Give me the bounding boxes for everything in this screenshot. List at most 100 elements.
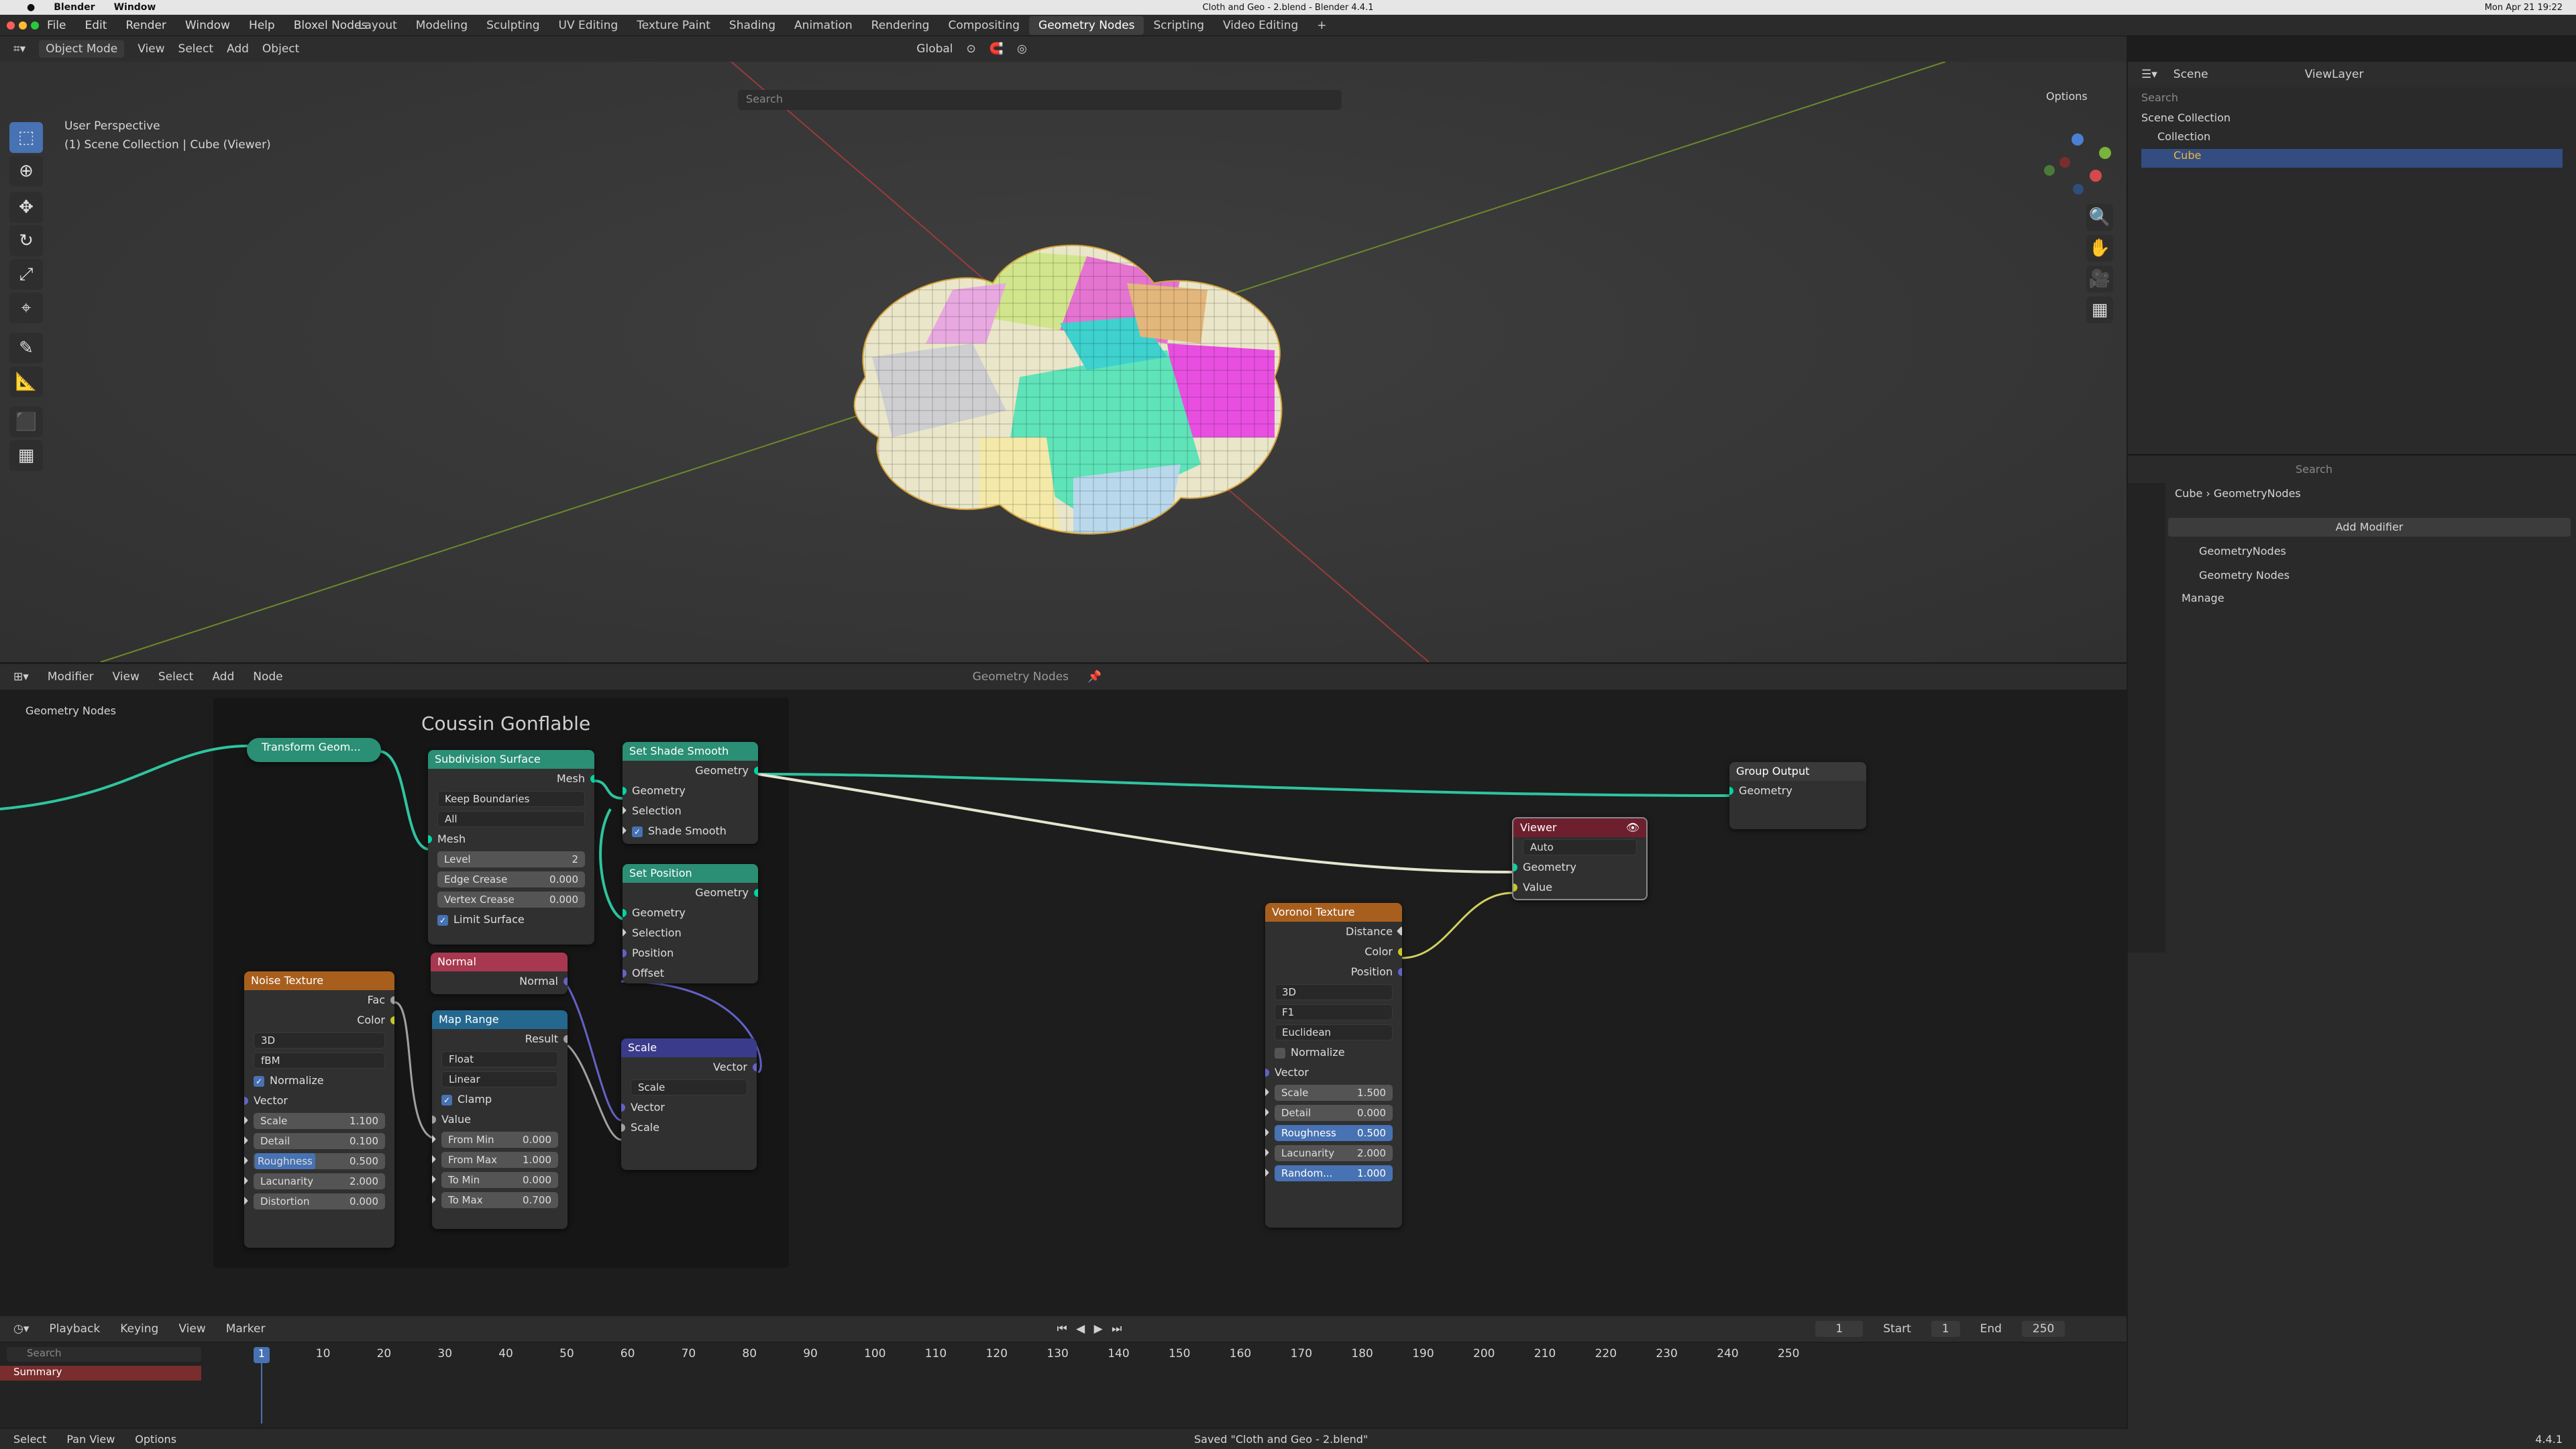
playback-controls[interactable]: ⏮ ◀ ▶ ⏭ bbox=[1057, 1322, 1124, 1336]
to-min-field[interactable]: To Min 0.000 bbox=[441, 1172, 558, 1188]
voronoi-lacunarity-field[interactable]: Lacunarity 2.000 bbox=[1275, 1145, 1393, 1161]
tab-compositing[interactable]: Compositing bbox=[938, 16, 1029, 35]
timeline-search-input[interactable]: Search bbox=[7, 1347, 201, 1362]
add-mesh-tool-icon[interactable]: ▦ bbox=[9, 440, 43, 471]
pin-icon[interactable]: 📌 bbox=[1087, 670, 1102, 684]
viewport-object-menu[interactable]: Object bbox=[262, 42, 299, 56]
tab-sculpting[interactable]: Sculpting bbox=[477, 16, 549, 35]
boundary-dropdown[interactable]: Keep Boundaries bbox=[437, 791, 585, 807]
noise-distortion-field[interactable]: Distortion 0.000 bbox=[254, 1193, 385, 1210]
outliner-editor-icon[interactable]: ☰▾ bbox=[2141, 68, 2157, 81]
noise-roughness-field[interactable]: Roughness 0.500 bbox=[254, 1153, 385, 1169]
voronoi-dim-dropdown[interactable]: 3D bbox=[1275, 984, 1393, 1000]
tab-rendering[interactable]: Rendering bbox=[862, 16, 939, 35]
outliner-search-input[interactable]: Search bbox=[2141, 91, 2563, 111]
tab-scripting[interactable]: Scripting bbox=[1144, 16, 1214, 35]
transform-tool-icon[interactable]: ⌖ bbox=[9, 292, 43, 323]
menu-edit[interactable]: Edit bbox=[85, 19, 107, 32]
proportional-icon[interactable]: ◎ bbox=[1017, 42, 1027, 56]
node-view-menu[interactable]: View bbox=[113, 670, 140, 684]
edge-crease-field[interactable]: Edge Crease 0.000 bbox=[437, 871, 585, 888]
properties-search[interactable]: Search bbox=[2128, 458, 2576, 483]
noise-detail-field[interactable]: Detail 0.100 bbox=[254, 1133, 385, 1149]
camera-icon[interactable]: 🎥 bbox=[2086, 266, 2113, 292]
menu-window[interactable]: Window bbox=[185, 19, 230, 32]
node-set-position[interactable]: Set Position Geometry Geometry Selection… bbox=[623, 864, 758, 983]
zoom-icon[interactable]: 🔍 bbox=[2086, 204, 2113, 231]
playhead[interactable]: 1 bbox=[254, 1347, 270, 1363]
vertex-crease-field[interactable]: Vertex Crease 0.000 bbox=[437, 892, 585, 908]
viewer-eye-icon[interactable]: 👁 bbox=[1626, 821, 1640, 834]
scale-mode-dropdown[interactable]: Scale bbox=[631, 1079, 747, 1095]
add-modifier-button[interactable]: Add Modifier bbox=[2168, 518, 2571, 537]
viewer-domain-dropdown[interactable]: Auto bbox=[1523, 839, 1637, 855]
node-voronoi-texture[interactable]: Voronoi Texture Distance Color Position … bbox=[1265, 903, 1402, 1228]
viewport-add-menu[interactable]: Add bbox=[227, 42, 249, 56]
tab-shading[interactable]: Shading bbox=[720, 16, 785, 35]
socket-mesh-in[interactable]: Mesh bbox=[428, 829, 594, 849]
window-menu[interactable]: Window bbox=[114, 2, 156, 13]
select-tool-icon[interactable]: ⬚ bbox=[9, 122, 43, 153]
node-editor[interactable]: Geometry Nodes Coussin Gonflable Transfo… bbox=[0, 690, 2127, 1310]
options-dropdown[interactable]: Options bbox=[2046, 90, 2088, 103]
node-editor-type-icon[interactable]: ⊞▾ bbox=[13, 670, 29, 684]
node-scale[interactable]: Scale Vector Scale Vector Scale bbox=[621, 1038, 757, 1170]
shade-smooth-checkbox[interactable]: ✓ Shade Smooth bbox=[623, 821, 758, 841]
editor-type-icon[interactable]: ⌗▾ bbox=[13, 42, 25, 56]
menu-file[interactable]: File bbox=[47, 19, 66, 32]
orientation-dropdown[interactable]: Global bbox=[916, 42, 953, 56]
noise-lacunarity-field[interactable]: Lacunarity 2.000 bbox=[254, 1173, 385, 1189]
annotate-tool-icon[interactable]: ✎ bbox=[9, 333, 43, 364]
snap-icon[interactable]: 🧲 bbox=[989, 42, 1004, 56]
node-subdivision-surface[interactable]: Subdivision Surface Mesh Keep Boundaries… bbox=[428, 750, 594, 945]
voronoi-roughness-field[interactable]: Roughness 0.500 bbox=[1275, 1125, 1393, 1141]
viewport-search-input[interactable]: Search bbox=[738, 90, 1342, 110]
viewlayer-selector[interactable]: ViewLayer bbox=[2305, 68, 2364, 81]
node-tree-selector[interactable]: Geometry Nodes bbox=[973, 670, 1069, 684]
tab-animation[interactable]: Animation bbox=[785, 16, 862, 35]
add-workspace-icon[interactable]: + bbox=[1307, 16, 1336, 35]
viewport-select-menu[interactable]: Select bbox=[178, 42, 213, 56]
level-field[interactable]: Level 2 bbox=[437, 851, 585, 867]
playback-menu[interactable]: Playback bbox=[49, 1322, 100, 1336]
voronoi-metric-dropdown[interactable]: Euclidean bbox=[1275, 1024, 1393, 1040]
limit-surface-checkbox[interactable]: ✓ Limit Surface bbox=[428, 910, 594, 930]
uv-smooth-dropdown[interactable]: All bbox=[437, 811, 585, 827]
node-transform-geometry[interactable]: Transform Geom... bbox=[247, 738, 381, 762]
apple-icon[interactable]: ● bbox=[27, 2, 35, 13]
from-min-field[interactable]: From Min 0.000 bbox=[441, 1132, 558, 1148]
noise-dim-dropdown[interactable]: 3D bbox=[254, 1032, 385, 1049]
manage-panel[interactable]: Manage bbox=[2168, 592, 2224, 604]
node-select-menu[interactable]: Select bbox=[158, 670, 193, 684]
zoom-window-icon[interactable] bbox=[31, 21, 39, 30]
current-frame-field[interactable]: 1 bbox=[1815, 1321, 1864, 1337]
maprange-type-dropdown[interactable]: Float bbox=[441, 1051, 558, 1067]
voronoi-normalize-checkbox[interactable]: Normalize bbox=[1265, 1042, 1402, 1063]
outliner-collection[interactable]: Collection bbox=[2141, 130, 2563, 149]
grid-icon[interactable]: ▦ bbox=[2086, 297, 2113, 323]
node-set-shade-smooth[interactable]: Set Shade Smooth Geometry Geometry Selec… bbox=[623, 742, 758, 844]
voronoi-randomness-field[interactable]: Random... 1.000 bbox=[1275, 1165, 1393, 1181]
voronoi-scale-field[interactable]: Scale 1.500 bbox=[1275, 1085, 1393, 1101]
outliner-scene-collection[interactable]: Scene Collection bbox=[2141, 111, 2563, 130]
node-group-output[interactable]: Group Output Geometry bbox=[1729, 762, 1866, 829]
start-frame-field[interactable]: 1 bbox=[1931, 1321, 1960, 1337]
noise-type-dropdown[interactable]: fBM bbox=[254, 1053, 385, 1069]
rotate-tool-icon[interactable]: ↻ bbox=[9, 225, 43, 256]
minimize-window-icon[interactable] bbox=[19, 21, 27, 30]
menu-render[interactable]: Render bbox=[125, 19, 166, 32]
maprange-interp-dropdown[interactable]: Linear bbox=[441, 1071, 558, 1087]
noise-normalize-checkbox[interactable]: ✓ Normalize bbox=[244, 1071, 394, 1091]
socket-mesh-out[interactable]: Mesh bbox=[428, 769, 594, 789]
tab-texture-paint[interactable]: Texture Paint bbox=[627, 16, 720, 35]
modifier-name-field[interactable]: GeometryNodes bbox=[2168, 545, 2571, 565]
tab-modeling[interactable]: Modeling bbox=[407, 16, 477, 35]
add-cube-tool-icon[interactable]: ⬛ bbox=[9, 407, 43, 437]
node-add-menu[interactable]: Add bbox=[212, 670, 234, 684]
end-frame-field[interactable]: 250 bbox=[2021, 1321, 2065, 1337]
frame-ruler[interactable]: 1102030405060708090100110120130140150160… bbox=[255, 1347, 1799, 1363]
pivot-icon[interactable]: ⊙ bbox=[967, 42, 976, 56]
node-map-range[interactable]: Map Range Result Float Linear ✓ Clamp Val… bbox=[432, 1010, 568, 1229]
app-name[interactable]: Blender bbox=[54, 2, 95, 13]
tab-uv-editing[interactable]: UV Editing bbox=[549, 16, 628, 35]
